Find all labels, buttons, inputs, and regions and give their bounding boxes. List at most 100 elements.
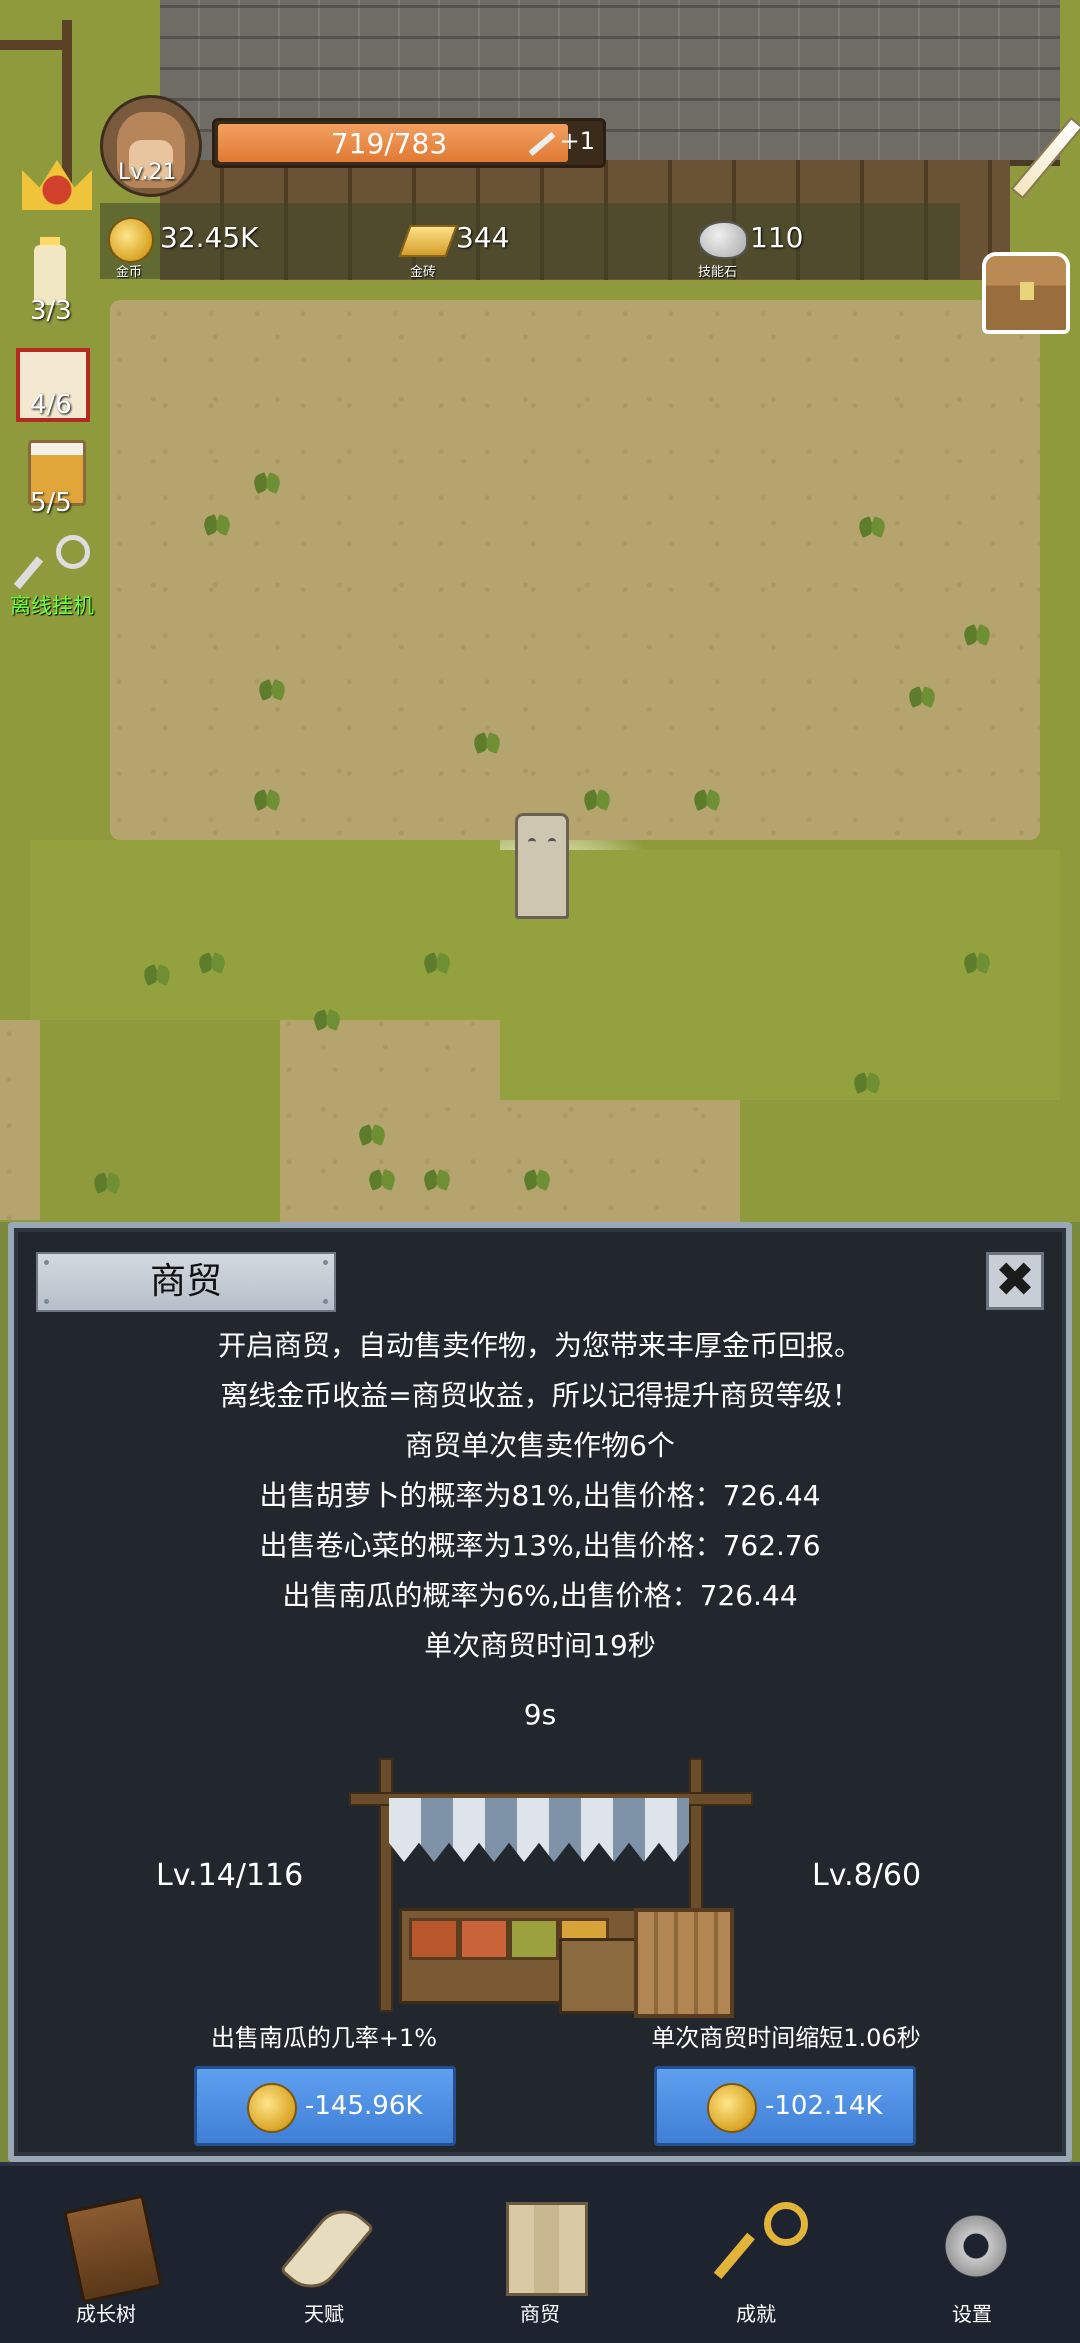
scarecrow-eye [548, 838, 556, 846]
right-upgrade-button[interactable]: -102.14K [654, 2066, 916, 2146]
crop-sprout[interactable] [690, 785, 724, 811]
nav-achievement[interactable]: 成就 [686, 2202, 826, 2332]
market-stall-image [339, 1758, 769, 2018]
nav-trade[interactable]: 商贸 [470, 2202, 610, 2332]
resource-label: 金砖 [410, 265, 437, 280]
crop-sprout[interactable] [250, 785, 284, 811]
left-upgrade-button[interactable]: -145.96K [194, 2066, 456, 2146]
crop-sprout[interactable] [355, 1120, 389, 1146]
crop-sprout[interactable] [310, 1005, 344, 1031]
nav-label: 设置 [952, 2302, 992, 2326]
nav-settings[interactable]: 设置 [902, 2202, 1042, 2332]
description-line: 商贸单次售卖作物6个 [405, 1429, 675, 1462]
scarecrow-sprite[interactable] [515, 813, 569, 919]
description-line: 出售卷心菜的概率为13%,出售价格：762.76 [259, 1529, 821, 1562]
right-upgrade-label: 单次商贸时间缩短1.06秒 [651, 2024, 921, 2052]
candle-count: 3/3 [30, 296, 72, 326]
nav-label: 成就 [736, 2302, 776, 2326]
grass-patch [30, 840, 500, 1020]
crop-sprout[interactable] [140, 960, 174, 986]
grass-patch [500, 850, 1060, 1100]
resource-value: 110 [750, 221, 804, 254]
scroll-icon [279, 2198, 375, 2300]
trade-panel: 商贸 ✖ 开启商贸，自动售卖作物，为您带来丰厚金币回报。 离线金币收益=商贸收益… [8, 1222, 1072, 2162]
dirt-plot [110, 300, 1040, 840]
crop-sprout[interactable] [365, 1165, 399, 1191]
crop-sprout[interactable] [960, 620, 994, 646]
stall-crate [634, 1908, 734, 2018]
produce-box [409, 1918, 459, 1960]
description-line: 离线金币收益=商贸收益，所以记得提升商贸等级！ [220, 1379, 860, 1412]
key-icon [736, 2202, 812, 2290]
crop-sprout[interactable] [850, 1068, 884, 1094]
dice-count: 4/6 [30, 390, 72, 420]
book-icon [63, 2194, 163, 2304]
upgrade-cost: -102.14K [765, 2091, 883, 2121]
nav-talent[interactable]: 天赋 [254, 2198, 394, 2332]
right-upgrade-level: Lv.8/60 [812, 1858, 922, 1893]
crop-sprout[interactable] [580, 785, 614, 811]
crown-icon[interactable] [22, 160, 92, 210]
xp-bar: 719/783 +1 [212, 118, 606, 168]
crop-sprout[interactable] [255, 675, 289, 701]
crop-sprout[interactable] [195, 948, 229, 974]
left-upgrade-level: Lv.14/116 [156, 1858, 304, 1893]
crop-sprout[interactable] [420, 1165, 454, 1191]
produce-box [459, 1918, 509, 1960]
upgrade-cost: -145.96K [305, 2091, 423, 2121]
resource-gold-brick[interactable]: 344 金砖 [398, 213, 600, 280]
crop-sprout[interactable] [200, 510, 234, 536]
player-level: Lv.21 [118, 160, 177, 185]
gold-brick-icon [398, 225, 458, 257]
nav-label: 商贸 [520, 2302, 560, 2326]
stall-chest [559, 1938, 645, 2014]
nav-label: 成长树 [76, 2302, 136, 2326]
crop-sprout[interactable] [90, 1168, 124, 1194]
gear-icon [938, 2202, 1014, 2290]
resource-gold-coin[interactable]: 32.45K 金币 [108, 213, 308, 280]
panel-title-text: 商贸 [149, 1261, 222, 1302]
resource-skill-stone[interactable]: 110 技能石 [694, 213, 894, 280]
resource-value: 32.45K [160, 221, 259, 254]
close-button[interactable]: ✖ [986, 1252, 1044, 1310]
description-line: 开启商贸，自动售卖作物，为您带来丰厚金币回报。 [217, 1329, 862, 1362]
crop-sprout[interactable] [855, 512, 889, 538]
rivet [323, 1299, 328, 1304]
rivet [323, 1260, 328, 1265]
crop-sprout[interactable] [960, 948, 994, 974]
description-line: 出售胡萝卜的概率为81%,出售价格：726.44 [259, 1479, 821, 1512]
stall-awning [389, 1798, 689, 1862]
xp-bonus: +1 [559, 127, 595, 155]
nav-label: 天赋 [304, 2302, 344, 2326]
crop-sprout[interactable] [520, 1165, 554, 1191]
produce-box [509, 1918, 559, 1960]
gold-coin-icon [108, 217, 154, 263]
bottom-nav: 成长树 天赋 商贸 成就 设置 [0, 2162, 1080, 2343]
xp-text: 719/783 [330, 127, 448, 160]
crop-sprout[interactable] [470, 728, 504, 754]
description-line: 出售南瓜的概率为6%,出售价格：726.44 [282, 1579, 798, 1612]
farm-field[interactable]: Lv.21 719/783 +1 32.45K 金币 344 金砖 110 技能… [0, 0, 1080, 1222]
rivet [44, 1299, 49, 1304]
description-line: 单次商贸时间19秒 [424, 1629, 656, 1662]
scarecrow-eye [528, 838, 536, 846]
treasure-chest-icon[interactable] [982, 252, 1070, 334]
map-icon [506, 2202, 588, 2296]
gold-coin-icon [247, 2083, 297, 2133]
crop-sprout[interactable] [905, 682, 939, 708]
dirt-plot [0, 1020, 40, 1220]
rivet [44, 1260, 49, 1265]
gold-coin-icon [707, 2083, 757, 2133]
fence-rail [0, 40, 70, 50]
offline-idle-label[interactable]: 离线挂机 [10, 590, 94, 620]
key-icon[interactable] [30, 535, 90, 591]
nav-growth-tree[interactable]: 成长树 [36, 2194, 176, 2332]
panel-title: 商贸 [36, 1252, 336, 1312]
resource-label: 技能石 [698, 265, 738, 280]
trade-timer: 9s [523, 1698, 557, 1731]
resource-value: 344 [456, 221, 510, 254]
crop-sprout[interactable] [420, 948, 454, 974]
resource-label: 金币 [116, 265, 143, 280]
left-upgrade-label: 出售南瓜的几率+1% [210, 2024, 438, 2052]
crop-sprout[interactable] [250, 468, 284, 494]
